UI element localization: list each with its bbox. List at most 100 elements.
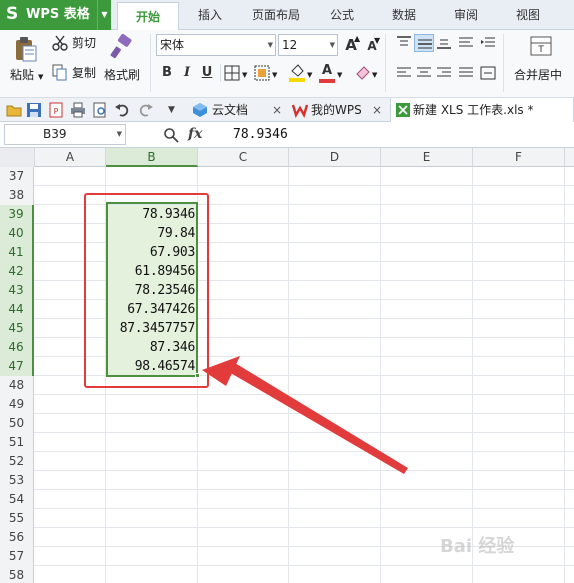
row-header[interactable]: 57 bbox=[0, 547, 34, 566]
tab-formula[interactable]: 公式 bbox=[330, 8, 354, 23]
row-header[interactable]: 48 bbox=[0, 376, 34, 395]
row-header[interactable]: 53 bbox=[0, 471, 34, 490]
close-icon[interactable]: × bbox=[272, 98, 282, 122]
row-header[interactable]: 51 bbox=[0, 433, 34, 452]
row-header[interactable]: 46 bbox=[0, 338, 34, 357]
undo-icon[interactable] bbox=[114, 102, 130, 118]
cell-b[interactable] bbox=[106, 167, 198, 186]
column-header-b[interactable]: B bbox=[106, 148, 198, 167]
print-icon[interactable] bbox=[70, 102, 86, 118]
align-right-icon[interactable] bbox=[436, 66, 452, 80]
doc-tab-workbook[interactable]: 新建 XLS 工作表.xls * bbox=[390, 98, 574, 122]
row-header[interactable]: 41 bbox=[0, 243, 34, 262]
chevron-down-icon[interactable]: ▼ bbox=[242, 68, 247, 82]
name-box[interactable]: B39 ▼ bbox=[4, 124, 126, 145]
font-color-button[interactable]: A bbox=[318, 63, 336, 83]
row-header[interactable]: 37 bbox=[0, 167, 34, 186]
row-header[interactable]: 39 bbox=[0, 205, 34, 224]
justify-icon[interactable] bbox=[458, 66, 474, 80]
magnifier-icon[interactable] bbox=[163, 127, 179, 143]
row-header[interactable]: 50 bbox=[0, 414, 34, 433]
tab-home[interactable]: 开始 bbox=[117, 2, 179, 31]
chevron-down-icon[interactable]: ▼ bbox=[272, 68, 277, 82]
doc-tab-my-wps[interactable]: 我的WPS × bbox=[290, 98, 386, 122]
merge-center-button[interactable]: T 合并居中 bbox=[510, 32, 574, 92]
cell-b[interactable] bbox=[106, 395, 198, 414]
column-header-c[interactable]: C bbox=[198, 148, 289, 167]
italic-button[interactable]: I bbox=[178, 64, 196, 82]
save-icon[interactable] bbox=[26, 102, 42, 118]
bold-button[interactable]: B bbox=[158, 64, 176, 82]
close-icon[interactable]: × bbox=[372, 98, 382, 122]
tab-view[interactable]: 视图 bbox=[516, 8, 540, 23]
tab-page-layout[interactable]: 页面布局 bbox=[252, 8, 300, 23]
export-pdf-icon[interactable]: P bbox=[48, 102, 64, 118]
fill-color-icon[interactable] bbox=[288, 63, 306, 83]
align-left-icon[interactable] bbox=[396, 66, 412, 80]
align-bottom-icon[interactable] bbox=[436, 36, 452, 50]
cell-b[interactable] bbox=[106, 452, 198, 471]
chevron-down-icon[interactable]: ▼ bbox=[168, 103, 175, 117]
doc-tab-cloud[interactable]: 云文档 × bbox=[190, 98, 282, 122]
row-header[interactable]: 56 bbox=[0, 528, 34, 547]
column-header-f[interactable]: F bbox=[473, 148, 565, 167]
cell-b[interactable] bbox=[106, 509, 198, 528]
row-header[interactable]: 49 bbox=[0, 395, 34, 414]
row-header[interactable]: 54 bbox=[0, 490, 34, 509]
align-top-icon[interactable] bbox=[396, 36, 412, 50]
font-name-select[interactable]: 宋体 ▼ bbox=[156, 34, 276, 56]
formula-input[interactable]: 78.9346 bbox=[233, 127, 288, 143]
format-painter-button[interactable]: 格式刷 bbox=[102, 32, 144, 92]
chevron-down-icon[interactable]: ▼ bbox=[38, 70, 43, 84]
row-header[interactable]: 44 bbox=[0, 300, 34, 319]
tab-data[interactable]: 数据 bbox=[392, 8, 416, 23]
chevron-down-icon[interactable]: ▼ bbox=[307, 68, 312, 82]
distribute-icon[interactable] bbox=[480, 66, 496, 80]
chevron-down-icon[interactable]: ▼ bbox=[337, 68, 342, 82]
row-header[interactable]: 40 bbox=[0, 224, 34, 243]
open-folder-icon[interactable] bbox=[6, 102, 22, 118]
cell-b[interactable] bbox=[106, 566, 198, 583]
cell-b[interactable] bbox=[106, 490, 198, 509]
paste-button[interactable]: 粘贴 ▼ bbox=[6, 32, 46, 92]
align-center-icon[interactable] bbox=[416, 66, 432, 80]
row-header[interactable]: 52 bbox=[0, 452, 34, 471]
print-preview-icon[interactable] bbox=[92, 102, 108, 118]
row-header[interactable]: 43 bbox=[0, 281, 34, 300]
row-header[interactable]: 58 bbox=[0, 566, 34, 583]
chevron-down-icon[interactable]: ▼ bbox=[372, 68, 377, 82]
tab-review[interactable]: 审阅 bbox=[454, 8, 478, 23]
wrap-text-icon[interactable] bbox=[458, 36, 474, 50]
function-icon[interactable]: fx bbox=[188, 126, 202, 142]
clear-format-icon[interactable] bbox=[354, 64, 372, 82]
font-size-select[interactable]: 12 ▼ bbox=[278, 34, 338, 56]
select-all-corner[interactable] bbox=[0, 148, 35, 167]
cell-b[interactable] bbox=[106, 471, 198, 490]
column-header-e[interactable]: E bbox=[381, 148, 473, 167]
row-header[interactable]: 42 bbox=[0, 262, 34, 281]
column-header-a[interactable]: A bbox=[35, 148, 106, 167]
tab-insert[interactable]: 插入 bbox=[198, 8, 222, 23]
border-icon[interactable] bbox=[224, 65, 240, 81]
table-row: 53 bbox=[0, 471, 574, 490]
underline-button[interactable]: U bbox=[198, 64, 216, 82]
font-color-swatch bbox=[319, 79, 335, 83]
align-middle-button[interactable] bbox=[414, 34, 434, 52]
cell-b[interactable] bbox=[106, 433, 198, 452]
cut-button[interactable]: 剪切 bbox=[52, 34, 102, 52]
row-header[interactable]: 55 bbox=[0, 509, 34, 528]
caret-up-icon: ▲ bbox=[354, 34, 361, 43]
row-header[interactable]: 45 bbox=[0, 319, 34, 338]
cell-pattern-icon[interactable] bbox=[254, 65, 270, 81]
chevron-down-icon[interactable]: ▼ bbox=[97, 0, 111, 30]
cell-b[interactable] bbox=[106, 547, 198, 566]
row-header[interactable]: 38 bbox=[0, 186, 34, 205]
copy-button[interactable]: 复制 bbox=[52, 64, 102, 82]
cell-b[interactable] bbox=[106, 528, 198, 547]
row-header[interactable]: 47 bbox=[0, 357, 34, 376]
redo-icon[interactable] bbox=[138, 102, 154, 118]
column-header-d[interactable]: D bbox=[289, 148, 381, 167]
indent-icon[interactable] bbox=[480, 36, 496, 50]
cell-b[interactable] bbox=[106, 414, 198, 433]
app-menu-button[interactable]: S WPS 表格 ▼ bbox=[0, 0, 111, 30]
